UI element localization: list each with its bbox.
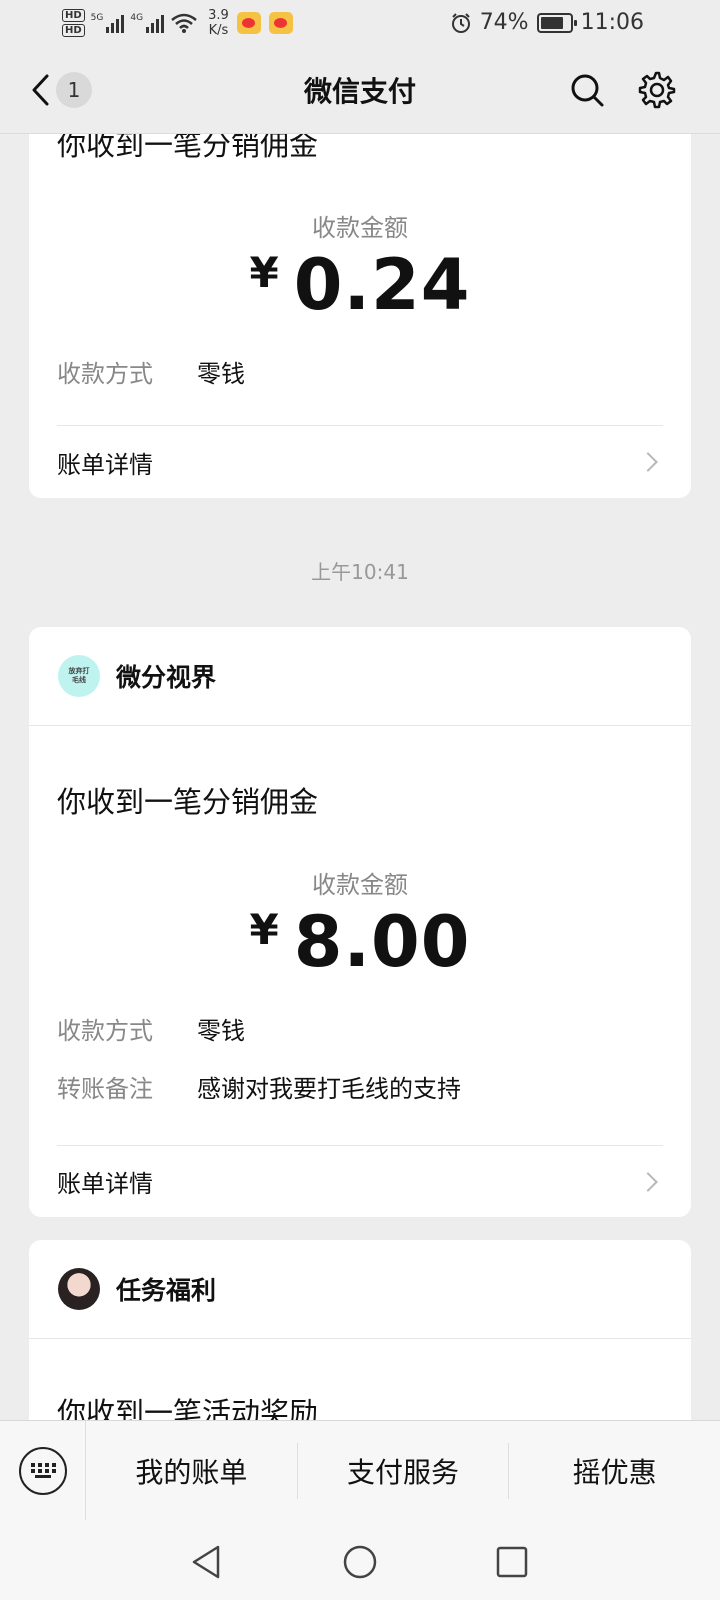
signal-5g-label: 5G <box>90 13 104 23</box>
info-row: 转账备注 感谢对我要打毛线的支持 <box>57 1069 461 1104</box>
bill-detail-label: 账单详情 <box>57 450 153 479</box>
amount-value: 0.24 <box>293 244 471 326</box>
message-title: 你收到一笔分销佣金 <box>57 785 319 819</box>
weibo-icon <box>268 12 293 34</box>
avatar-text: 放弃打 毛线 <box>68 667 90 684</box>
payment-card[interactable]: 你收到一笔分销佣金 收款金额 ¥0.24 收款方式 零钱 账单详情 <box>29 134 691 498</box>
system-home-button[interactable] <box>338 1540 382 1584</box>
page-title: 微信支付 <box>303 75 416 108</box>
info-key: 转账备注 <box>57 1075 153 1103</box>
amount-value: 8.00 <box>293 901 471 983</box>
gear-icon <box>638 71 676 109</box>
signal-4g-label: 4G <box>130 13 144 23</box>
bill-detail-label: 账单详情 <box>57 1170 153 1198</box>
weibo-icon <box>236 12 261 34</box>
info-value: 零钱 <box>197 1017 245 1045</box>
hd-label-1: HD <box>62 9 85 22</box>
signal-4g-icon: 4G <box>130 13 165 33</box>
message-timestamp: 上午10:41 <box>311 560 409 584</box>
hd-label-2: HD <box>62 24 85 37</box>
search-button[interactable] <box>565 68 609 112</box>
merchant-header[interactable]: 放弃打 毛线 微分视界 <box>29 627 691 725</box>
payment-card[interactable]: 任务福利 你收到一笔活动奖励 <box>29 1240 691 1420</box>
amount-display: ¥8.00 <box>29 901 691 983</box>
menu-payment-services[interactable]: 支付服务 <box>298 1442 510 1499</box>
keyboard-icon <box>18 1446 67 1495</box>
network-speed-value: 3.9 <box>208 8 229 23</box>
message-title: 你收到一笔分销佣金 <box>57 134 319 162</box>
network-speed-unit: K/s <box>208 23 229 38</box>
wifi-icon <box>171 13 197 33</box>
menu-my-bills[interactable]: 我的账单 <box>86 1442 298 1499</box>
system-back-button[interactable] <box>184 1540 228 1584</box>
amount-label: 收款金额 <box>312 871 408 899</box>
hd-indicator: HD HD <box>62 9 85 37</box>
merchant-header[interactable]: 任务福利 <box>29 1240 691 1338</box>
bill-detail-link[interactable]: 账单详情 <box>57 426 663 498</box>
divider <box>29 725 691 726</box>
settings-button[interactable] <box>635 68 679 112</box>
merchant-name: 任务福利 <box>116 1276 217 1305</box>
amount-display: ¥0.24 <box>29 244 691 326</box>
alarm-icon <box>451 12 470 33</box>
info-value: 零钱 <box>197 360 245 388</box>
info-row: 收款方式 零钱 <box>57 354 245 389</box>
chevron-right-icon <box>638 1171 658 1192</box>
bill-detail-link[interactable]: 账单详情 <box>57 1146 663 1217</box>
battery-percent: 74% <box>479 10 529 35</box>
info-value: 感谢对我要打毛线的支持 <box>197 1075 461 1103</box>
system-recents-button[interactable] <box>490 1540 534 1584</box>
merchant-avatar <box>58 1268 100 1310</box>
search-icon <box>571 74 604 107</box>
signal-5g-icon: 5G <box>91 13 125 33</box>
menu-shake-offers[interactable]: 摇优惠 <box>509 1443 720 1499</box>
info-row: 收款方式 零钱 <box>57 1011 245 1046</box>
keyboard-toggle-button[interactable] <box>0 1421 86 1520</box>
nav-bar: 1 微信支付 <box>0 48 720 134</box>
payment-card[interactable]: 放弃打 毛线 微分视界 你收到一笔分销佣金 收款金额 ¥8.00 收款方式 零钱… <box>29 627 691 1217</box>
clock-time: 11:06 <box>580 10 644 35</box>
merchant-name: 微分视界 <box>116 663 217 692</box>
amount-label: 收款金额 <box>312 214 408 242</box>
square-recents-icon <box>496 1546 528 1578</box>
info-key: 收款方式 <box>57 360 153 388</box>
circle-home-icon <box>343 1545 377 1579</box>
message-list[interactable]: 你收到一笔分销佣金 收款金额 ¥0.24 收款方式 零钱 账单详情 上午10:4… <box>0 134 720 1420</box>
merchant-avatar: 放弃打 毛线 <box>58 655 100 697</box>
system-navigation-bar <box>0 1520 720 1600</box>
status-bar: HD HD 5G 4G 3.9 K/s 74% 11:06 <box>0 0 720 48</box>
chevron-right-icon <box>638 452 658 472</box>
divider <box>29 1338 691 1339</box>
info-key: 收款方式 <box>57 1017 153 1045</box>
bottom-menu: 我的账单 支付服务 摇优惠 <box>0 1420 720 1520</box>
triangle-back-icon <box>192 1545 220 1579</box>
battery-icon <box>536 12 577 33</box>
message-title: 你收到一笔活动奖励 <box>57 1396 319 1420</box>
network-speed: 3.9 K/s <box>208 8 229 38</box>
currency-symbol: ¥ <box>249 905 280 954</box>
currency-symbol: ¥ <box>249 248 280 297</box>
